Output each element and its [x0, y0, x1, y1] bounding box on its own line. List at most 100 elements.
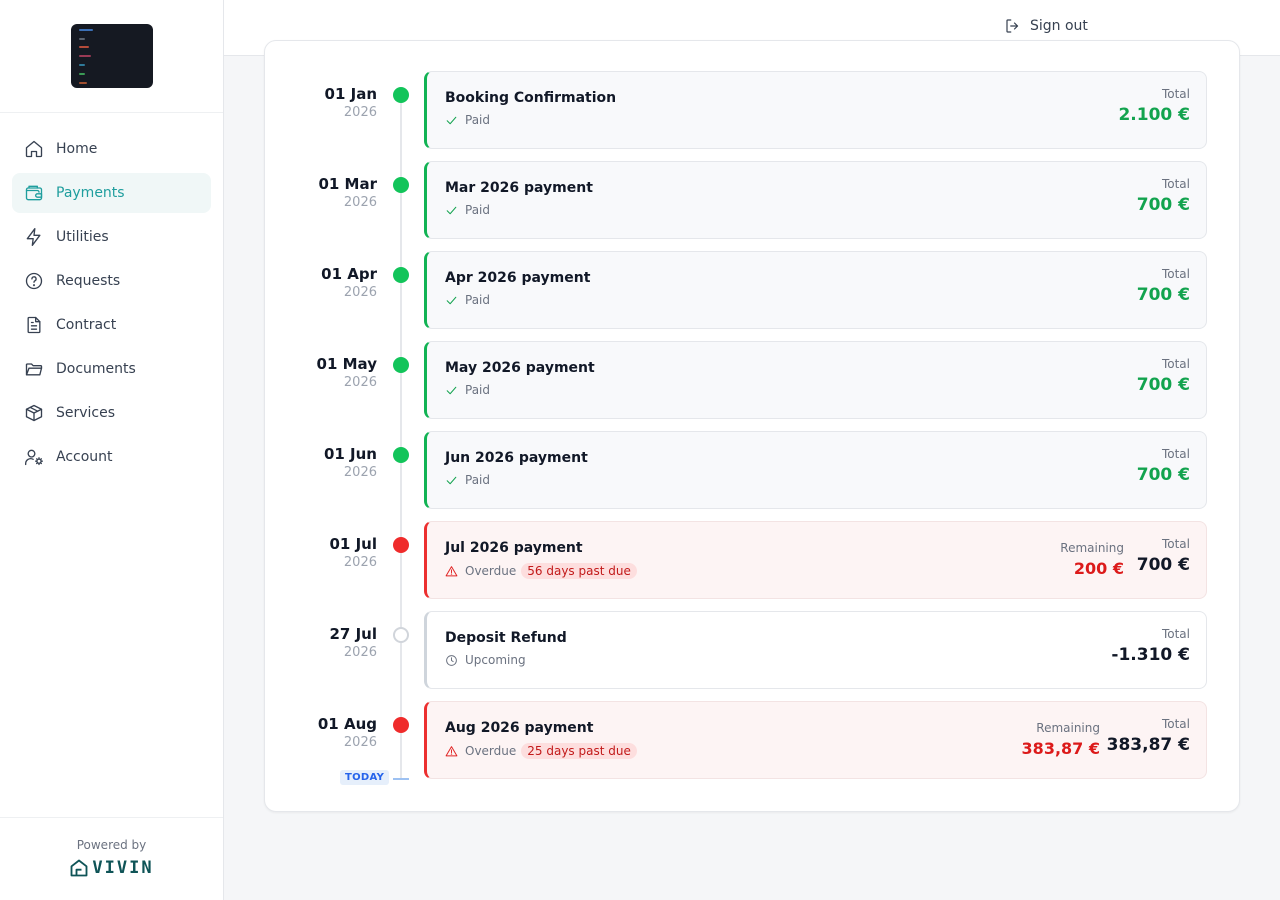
entry-total: Total 700 €: [1137, 447, 1190, 485]
total-amount: 700 €: [1136, 285, 1190, 305]
date-year: 2026: [343, 105, 377, 120]
total-amount: 700 €: [1136, 375, 1190, 395]
total-label: Total: [1161, 447, 1190, 461]
entry-title: Jul 2026 payment: [445, 540, 583, 556]
timeline-row: 01 May 2026 May 2026 payment Paid Total …: [0, 341, 1280, 419]
total-label: Total: [1161, 627, 1190, 641]
sign-out-label: Sign out: [1030, 18, 1088, 34]
timeline-row: 01 Apr 2026 Apr 2026 payment Paid Total …: [0, 251, 1280, 329]
total-amount: 383,87 €: [1106, 735, 1190, 755]
check-icon: [446, 116, 457, 124]
timeline-row: 01 Jan 2026 Booking Confirmation Paid To…: [0, 71, 1280, 149]
payment-entry[interactable]: Jun 2026 payment Paid Total 700 €: [424, 431, 1207, 509]
brand-logo[interactable]: VIVIN: [0, 858, 223, 878]
date-day: 27 Jul: [329, 625, 378, 643]
total-amount: -1.310 €: [1111, 645, 1190, 665]
status-label: Paid: [465, 383, 491, 397]
entry-title: Jun 2026 payment: [445, 450, 588, 466]
date-day: 01 Aug: [317, 715, 377, 733]
status-label: Paid: [465, 203, 491, 217]
timeline-row: 01 Jul 2026 Jul 2026 payment Overdue 56 …: [0, 521, 1280, 599]
date-year: 2026: [343, 285, 377, 300]
powered-by-label: Powered by: [76, 838, 147, 852]
past-due-badge: 25 days past due: [521, 743, 637, 759]
payment-entry[interactable]: Deposit Refund Upcoming Total -1.310 €: [424, 611, 1207, 689]
entry-status: Paid: [445, 383, 490, 397]
status-dot: [393, 177, 409, 193]
date-day: 01 Jul: [329, 535, 378, 553]
entry-title: Deposit Refund: [445, 630, 567, 646]
total-label: Total: [1161, 267, 1190, 281]
entry-total: Total 383,87 €: [1107, 717, 1190, 755]
timeline-row: 27 Jul 2026 Deposit Refund Upcoming Tota…: [0, 611, 1280, 689]
payment-entry[interactable]: May 2026 payment Paid Total 700 €: [424, 341, 1207, 419]
sign-out-icon: [1006, 19, 1019, 33]
status-dot: [393, 627, 409, 643]
entry-total: Total 700 €: [1137, 267, 1190, 305]
entry-remaining: Remaining 383,87 €: [1022, 721, 1100, 758]
total-amount: 700 €: [1136, 555, 1190, 575]
check-icon: [446, 296, 457, 304]
entry-status: Paid: [445, 203, 490, 217]
entry-title: Booking Confirmation: [445, 90, 617, 106]
date-day: 01 May: [316, 355, 377, 373]
today-marker: TODAY: [340, 770, 390, 785]
remaining-label: Remaining: [1060, 541, 1124, 555]
timeline-date: 27 Jul 2026: [330, 625, 378, 660]
entry-total: Total 700 €: [1137, 177, 1190, 215]
entry-remaining: Remaining 200 €: [1060, 541, 1124, 578]
sign-out-button[interactable]: Sign out: [1004, 17, 1088, 35]
date-day: 01 Apr: [321, 265, 377, 283]
payment-entry[interactable]: Booking Confirmation Paid Total 2.100 €: [424, 71, 1207, 149]
remaining-amount: 200 €: [1073, 559, 1124, 578]
payment-entry[interactable]: Jul 2026 payment Overdue 56 days past du…: [424, 521, 1207, 599]
past-due-badge: 56 days past due: [521, 563, 637, 579]
status-dot: [393, 87, 409, 103]
status-label: Paid: [465, 113, 491, 127]
brand-name: VIVIN: [92, 858, 154, 878]
date-year: 2026: [343, 465, 377, 480]
entry-status: Upcoming: [445, 653, 526, 667]
entry-total: Total -1.310 €: [1111, 627, 1190, 665]
timeline-date: 01 May 2026: [317, 355, 377, 390]
date-year: 2026: [343, 645, 377, 660]
status-label: Paid: [465, 293, 491, 307]
brand-house-icon: [70, 859, 88, 877]
status-dot: [393, 267, 409, 283]
total-label: Total: [1161, 87, 1190, 101]
entry-status: Paid: [445, 113, 490, 127]
timeline-date: 01 Jan 2026: [325, 85, 377, 120]
entry-total: Total 700 €: [1137, 357, 1190, 395]
payment-entry[interactable]: Mar 2026 payment Paid Total 700 €: [424, 161, 1207, 239]
timeline-row: 01 Aug 2026 Aug 2026 payment Overdue 25 …: [0, 701, 1280, 779]
total-amount: 700 €: [1136, 465, 1190, 485]
status-label: Upcoming: [465, 653, 526, 667]
entry-total: Total 2.100 €: [1118, 87, 1190, 125]
payment-entry[interactable]: Aug 2026 payment Overdue 25 days past du…: [424, 701, 1207, 779]
powered-by: Powered by VIVIN: [0, 817, 223, 900]
timeline-date: 01 Apr 2026: [321, 265, 377, 300]
timeline-row: 01 Jun 2026 Jun 2026 payment Paid Total …: [0, 431, 1280, 509]
status-dot: [393, 537, 409, 553]
warning-icon: [445, 745, 458, 756]
remaining-amount: 383,87 €: [1021, 739, 1100, 758]
entry-title: Apr 2026 payment: [445, 270, 591, 286]
status-label: Overdue: [465, 744, 517, 758]
entry-total: Total 700 €: [1137, 537, 1190, 575]
total-label: Total: [1161, 717, 1190, 731]
payments-timeline-card: [264, 40, 1240, 812]
status-dot: [393, 357, 409, 373]
payment-entry[interactable]: Apr 2026 payment Paid Total 700 €: [424, 251, 1207, 329]
date-year: 2026: [343, 555, 377, 570]
total-amount: 700 €: [1136, 195, 1190, 215]
status-label: Paid: [465, 473, 491, 487]
date-year: 2026: [343, 735, 377, 750]
date-day: 01 Jan: [324, 85, 377, 103]
entry-status: Overdue 25 days past due: [445, 743, 637, 759]
remaining-label: Remaining: [1036, 721, 1100, 735]
timeline-row: 01 Mar 2026 Mar 2026 payment Paid Total …: [0, 161, 1280, 239]
status-dot: [393, 447, 409, 463]
check-icon: [446, 386, 457, 394]
clock-icon: [446, 654, 457, 666]
date-day: 01 Jun: [323, 445, 377, 463]
